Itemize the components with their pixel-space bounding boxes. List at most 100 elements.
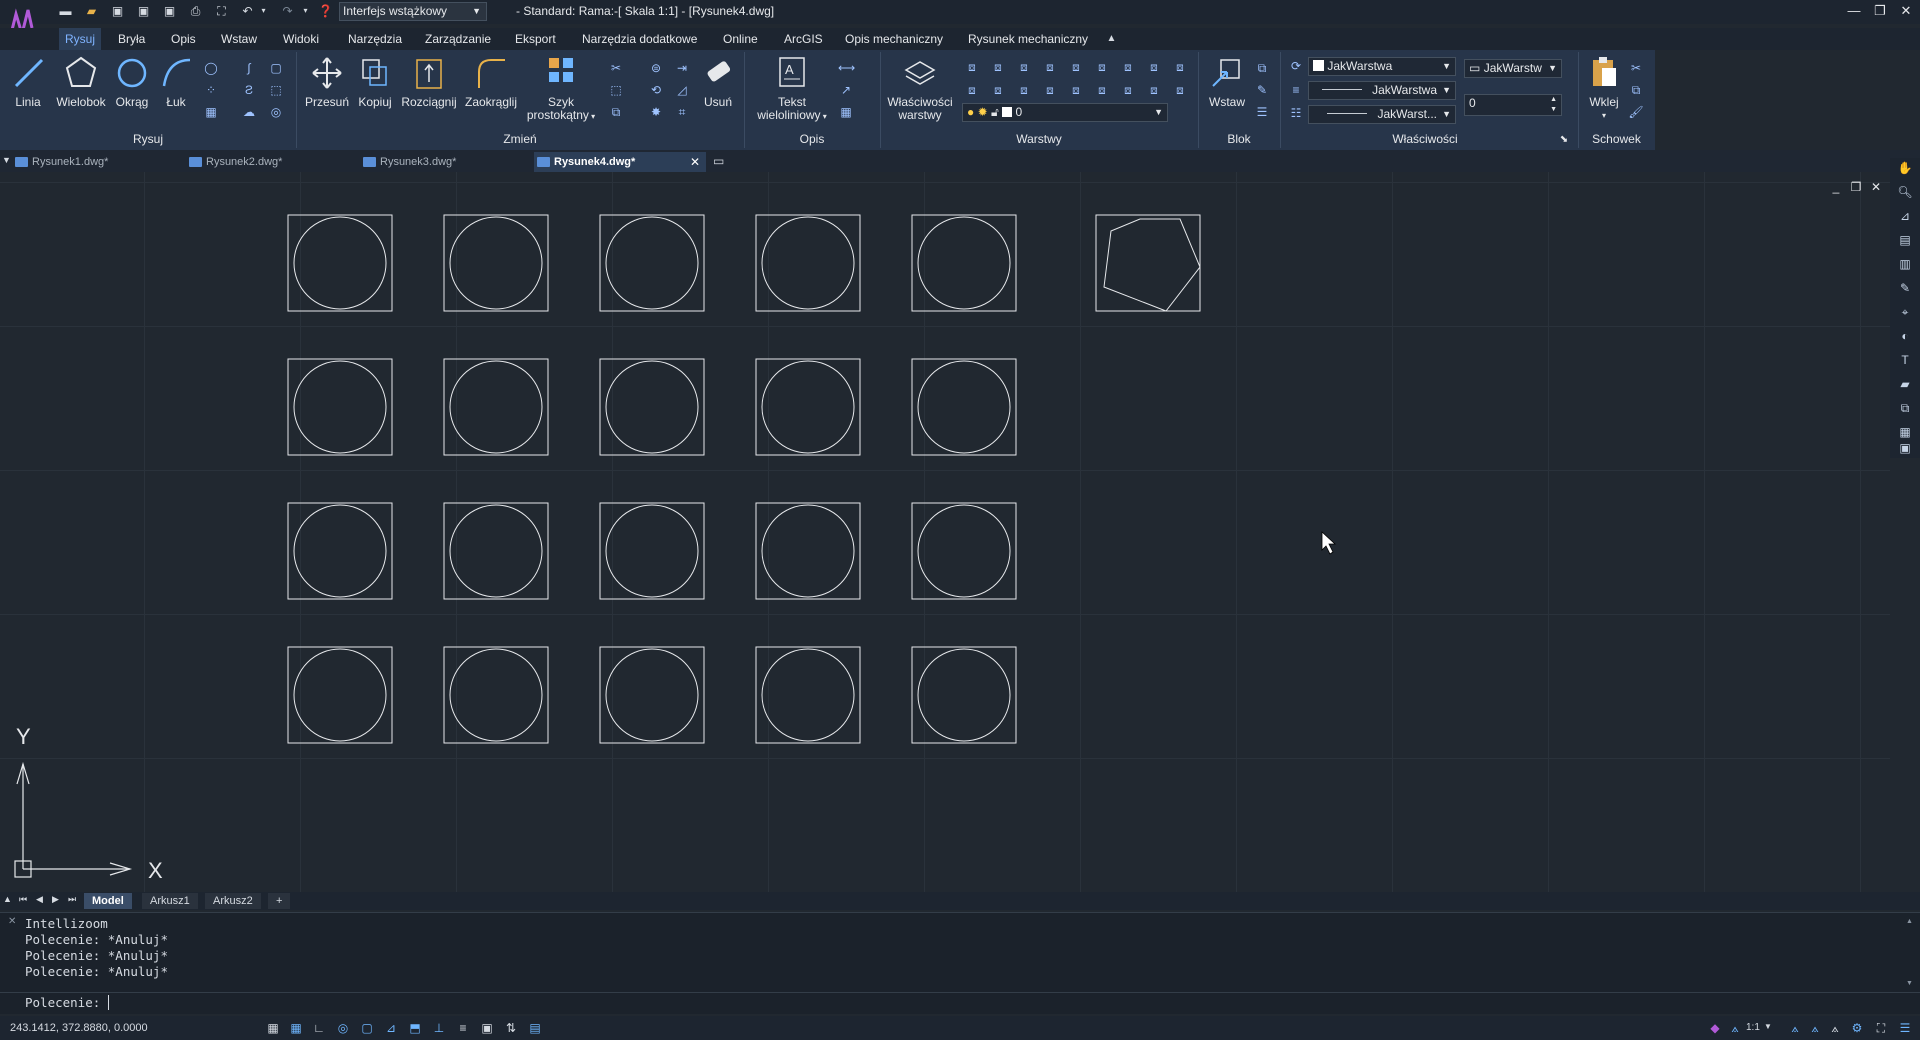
help-panel-icon[interactable]: ▣: [1897, 440, 1913, 456]
square-entity[interactable]: [443, 214, 549, 312]
doc-tabs-menu-icon[interactable]: ▼: [2, 155, 11, 165]
layer-tool-icon[interactable]: ⧈: [990, 83, 1006, 97]
przesun-button[interactable]: Przesuń: [302, 54, 352, 109]
layout-scroll-up-icon[interactable]: ▲: [3, 894, 12, 904]
restore-icon[interactable]: ❐: [1870, 1, 1890, 21]
tab-narzedzia[interactable]: Narzędzia: [342, 28, 408, 50]
square-entity[interactable]: [599, 214, 705, 312]
tab-widoki[interactable]: Widoki: [277, 28, 325, 50]
wielobok-button[interactable]: Wielobok: [54, 54, 108, 109]
layout-prev-icon[interactable]: ◀: [36, 894, 43, 905]
doc-tab-rysunek4[interactable]: Rysunek4.dwg* ✕: [534, 152, 706, 172]
leader-icon[interactable]: ↗: [838, 83, 854, 97]
layer-tool-icon[interactable]: ⧈: [1068, 60, 1084, 74]
tab-arcgis[interactable]: ArcGIS: [778, 28, 829, 50]
otrack-icon[interactable]: ⊿: [382, 1019, 400, 1037]
text-style-icon[interactable]: T: [1897, 352, 1913, 368]
layer-tool-icon[interactable]: ⧈: [1172, 83, 1188, 97]
scale-icon[interactable]: ⬚: [608, 83, 624, 97]
layer-tool-icon[interactable]: ⧈: [964, 60, 980, 74]
create-block-icon[interactable]: ⧉: [1254, 61, 1270, 75]
circle-entity[interactable]: [761, 360, 855, 454]
wklej-button[interactable]: Wklej ▾: [1586, 54, 1622, 122]
viewport-close-icon[interactable]: ✕: [1869, 180, 1883, 194]
dialog-launcher-icon[interactable]: ⬊: [1556, 133, 1572, 147]
save-as-icon[interactable]: ▣: [136, 4, 151, 18]
redo-icon[interactable]: ↷: [280, 4, 295, 18]
customize-menu-icon[interactable]: ☰: [1896, 1019, 1914, 1037]
offset-icon[interactable]: ⊜: [648, 61, 664, 75]
circle-entity[interactable]: [449, 360, 543, 454]
szyk-prostokatny-button[interactable]: Szyk prostokątny ▾: [524, 54, 598, 123]
match-properties-icon[interactable]: ⟳: [1288, 59, 1304, 73]
layout-last-icon[interactable]: ⏭: [68, 894, 76, 905]
tab-bryla[interactable]: Bryła: [112, 28, 151, 50]
layout-next-icon[interactable]: ▶: [52, 894, 59, 905]
help-icon[interactable]: ❓: [318, 4, 333, 18]
tool-palette-icon[interactable]: ✎: [1897, 280, 1913, 296]
thickness-input[interactable]: 0 ▲ ▼: [1464, 94, 1562, 116]
snap-icon[interactable]: ▦: [287, 1019, 305, 1037]
square-entity[interactable]: [755, 646, 861, 744]
layer-tool-icon[interactable]: ⧈: [1016, 60, 1032, 74]
attribute-icon[interactable]: ☰: [1254, 105, 1270, 119]
library-panel-icon[interactable]: ▥: [1897, 256, 1913, 272]
lineweight-icon[interactable]: ≡: [1288, 83, 1304, 97]
layer-tool-icon[interactable]: ⧈: [1120, 83, 1136, 97]
plotstyle-select[interactable]: ▭ JakWarstw ▼: [1464, 59, 1562, 78]
dynamic-ucs-icon[interactable]: ⬒: [406, 1019, 424, 1037]
chamfer-icon[interactable]: ◿: [674, 83, 690, 97]
circle-entity[interactable]: [917, 216, 1011, 310]
circle-entity[interactable]: [605, 360, 699, 454]
color-select[interactable]: JakWarstwa ▼: [1308, 57, 1456, 76]
dimension-icon[interactable]: ⟷: [838, 61, 855, 75]
layer-tool-icon[interactable]: ⧈: [1016, 83, 1032, 97]
view-tool-icon[interactable]: ⊿: [1897, 208, 1913, 224]
circle-entity[interactable]: [293, 648, 387, 742]
zoom-extents-icon[interactable]: ⛶: [214, 4, 229, 18]
circle-entity[interactable]: [605, 648, 699, 742]
layer-tool-icon[interactable]: ⧈: [1042, 83, 1058, 97]
pentagon-entity[interactable]: [1103, 218, 1201, 312]
command-input[interactable]: Polecenie:: [25, 995, 117, 1010]
rectangle-icon[interactable]: ▢: [268, 61, 284, 75]
ortho-icon[interactable]: ∟: [310, 1019, 328, 1037]
annotation-visibility-icon[interactable]: ⟑: [1786, 1019, 1804, 1037]
command-scrollbar[interactable]: ▲ ▼: [1906, 918, 1914, 990]
tab-opis[interactable]: Opis: [165, 28, 202, 50]
layout-tab-arkusz2[interactable]: Arkusz2: [205, 893, 261, 909]
square-entity[interactable]: [287, 502, 393, 600]
circle-entity[interactable]: [761, 648, 855, 742]
layout-tab-model[interactable]: Model: [84, 893, 132, 909]
auto-scale-icon[interactable]: ⟑: [1806, 1019, 1824, 1037]
undo-icon[interactable]: ↶: [240, 4, 255, 18]
linia-button[interactable]: Linia: [10, 54, 46, 109]
polar-icon[interactable]: ◎: [334, 1019, 352, 1037]
square-entity[interactable]: [599, 358, 705, 456]
folder-panel-icon[interactable]: ▰: [1897, 376, 1913, 392]
square-entity[interactable]: [287, 358, 393, 456]
rotate-icon[interactable]: ⟲: [648, 83, 664, 97]
table-icon[interactable]: ▦: [838, 105, 854, 119]
square-entity[interactable]: [755, 214, 861, 312]
circle-entity[interactable]: [449, 504, 543, 598]
annotation-monitor-icon[interactable]: ▤: [526, 1019, 544, 1037]
selection-cycling-icon[interactable]: ⇅: [502, 1019, 520, 1037]
circle-entity[interactable]: [605, 216, 699, 310]
tab-zarzadzanie[interactable]: Zarządzanie: [419, 28, 497, 50]
print-icon[interactable]: ⎙: [188, 4, 203, 18]
square-entity[interactable]: [911, 358, 1017, 456]
layer-tool-icon[interactable]: ⧈: [1146, 83, 1162, 97]
settings-gear-icon[interactable]: ⚙: [1848, 1019, 1866, 1037]
circle-entity[interactable]: [917, 360, 1011, 454]
fullscreen-icon[interactable]: ⛶: [1872, 1019, 1890, 1037]
scroll-up-icon[interactable]: ▲: [1906, 918, 1913, 925]
transparency-icon[interactable]: ▣: [478, 1019, 496, 1037]
doc-tab-rysunek2[interactable]: Rysunek2.dwg*: [186, 152, 358, 172]
lineweight-select[interactable]: JakWarst... ▼: [1308, 105, 1456, 124]
layer-tool-icon[interactable]: ⧈: [964, 83, 980, 97]
tab-rysunek-mechaniczny[interactable]: Rysunek mechaniczny: [962, 28, 1094, 50]
save-all-icon[interactable]: ▣: [162, 4, 177, 18]
zoom-tool-icon[interactable]: 🔍︎: [1897, 184, 1913, 200]
layer-tool-icon[interactable]: ⧈: [1094, 83, 1110, 97]
